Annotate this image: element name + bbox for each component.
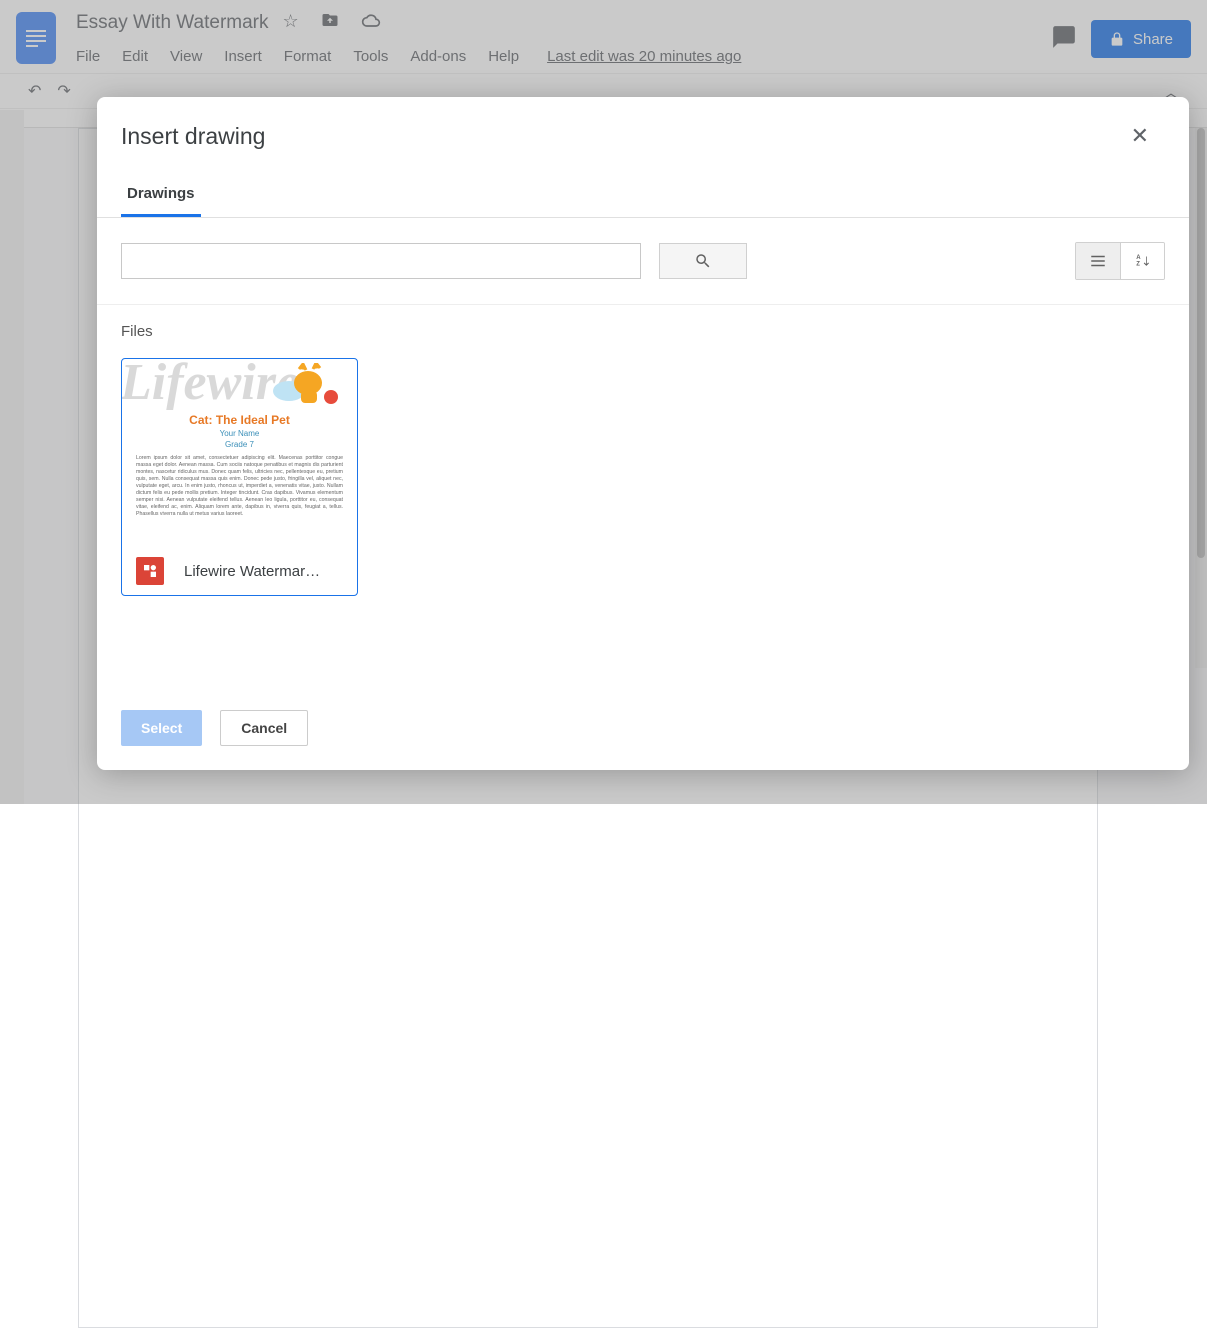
dialog-tabs: Drawings (97, 165, 1189, 218)
file-name: Lifewire Watermar… (184, 563, 320, 580)
select-button[interactable]: Select (121, 710, 202, 746)
thumb-grade-line: Grade 7 (132, 440, 347, 449)
svg-text:Z: Z (1136, 262, 1140, 268)
sort-az-button[interactable]: A Z (1120, 243, 1164, 279)
file-card[interactable]: Lifewire Cat: The Ideal Pet Your Name Gr… (121, 358, 358, 596)
list-icon (1089, 252, 1107, 270)
search-button[interactable] (659, 243, 747, 279)
view-toggle: A Z (1075, 242, 1165, 280)
thumb-title: Cat: The Ideal Pet (132, 413, 347, 427)
drawings-file-icon (136, 557, 164, 585)
svg-text:A: A (1136, 255, 1141, 261)
files-heading: Files (121, 323, 1165, 340)
insert-drawing-dialog: Insert drawing ✕ Drawings A Z Fil (97, 97, 1189, 770)
search-input[interactable] (121, 243, 641, 279)
search-row: A Z (97, 218, 1189, 305)
thumb-cat-illustration (271, 363, 341, 414)
close-icon[interactable]: ✕ (1123, 121, 1157, 151)
thumb-body-text: Lorem ipsum dolor sit amet, consectetuer… (132, 455, 347, 518)
sort-az-icon: A Z (1134, 252, 1152, 270)
tab-drawings[interactable]: Drawings (121, 177, 201, 217)
cancel-button[interactable]: Cancel (220, 710, 308, 746)
dialog-title: Insert drawing (121, 123, 265, 150)
file-thumbnail: Lifewire Cat: The Ideal Pet Your Name Gr… (122, 359, 357, 547)
list-view-button[interactable] (1076, 243, 1120, 279)
search-icon (694, 252, 712, 270)
thumb-name-line: Your Name (132, 429, 347, 438)
